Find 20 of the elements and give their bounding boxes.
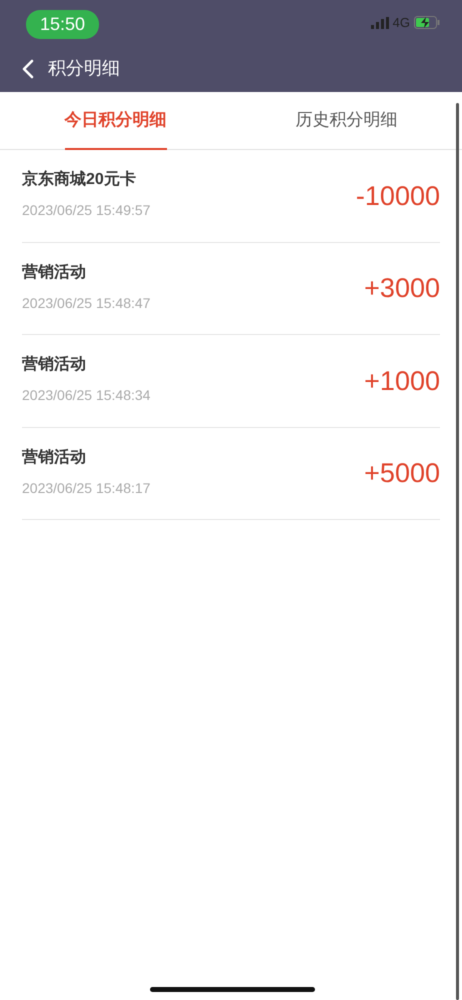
points-amount: +5000 [364, 457, 440, 490]
points-amount: +1000 [364, 364, 440, 398]
record-time: 2023/06/25 15:48:34 [22, 386, 150, 405]
points-amount: +3000 [364, 272, 440, 305]
network-label: 4G [392, 14, 410, 32]
status-time: 15:50 [26, 10, 100, 39]
signal-icon [370, 16, 389, 28]
record-title: 营销活动 [22, 262, 87, 282]
record-time: 2023/06/25 15:48:47 [22, 294, 150, 312]
tab[interactable]: 历史积分明细 [296, 92, 398, 150]
page-title: 积分明细 [48, 57, 120, 80]
tab[interactable]: 今日积分明细 [64, 92, 166, 150]
back-button[interactable] [22, 58, 34, 79]
record-title: 营销活动 [22, 354, 87, 375]
record-time: 2023/06/25 15:48:17 [22, 478, 150, 498]
battery-charging-icon [414, 16, 440, 29]
record-title: 营销活动 [22, 448, 87, 468]
record-time: 2023/06/25 15:49:57 [22, 201, 150, 220]
record-title: 京东商城20元卡 [22, 169, 137, 190]
points-amount: -10000 [356, 180, 440, 212]
